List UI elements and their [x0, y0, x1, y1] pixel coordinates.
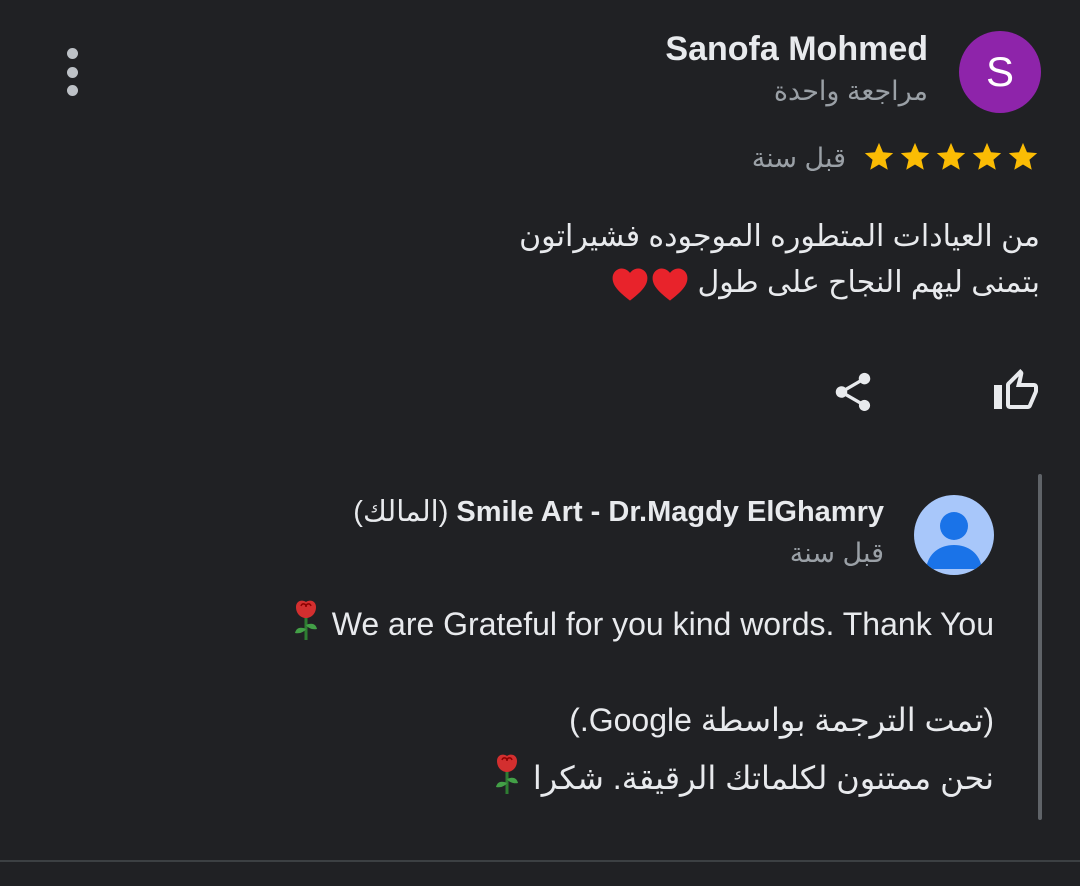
- default-person-icon: [926, 512, 982, 569]
- review-time: قبل سنة: [751, 143, 846, 173]
- translation-note: (تمت الترجمة بواسطة Google.): [569, 702, 994, 738]
- rose-icon: [495, 754, 518, 794]
- star-icon: [972, 142, 1002, 170]
- rose-emoji: [491, 753, 523, 803]
- owner-tag: (المالك): [353, 496, 449, 528]
- reply-time: قبل سنة: [789, 538, 884, 568]
- owner-business-name: Smile Art - Dr.Magdy ElGhamry: [456, 496, 884, 528]
- like-button[interactable]: [992, 367, 1040, 415]
- reviewer-name[interactable]: Sanofa Mohmed: [665, 30, 928, 69]
- star-icon: [900, 142, 930, 170]
- thumb-up-outline-icon: [994, 369, 1038, 409]
- star-rating: [862, 140, 1040, 174]
- review-text-line-2-text: بتمنى ليهم النجاح على طول: [697, 266, 1040, 299]
- share-icon: [835, 372, 871, 412]
- reply-text-en-text: We are Grateful for you kind words. Than…: [331, 605, 994, 642]
- heart-emojis: [611, 266, 689, 302]
- review-text-line-2: بتمنى ليهم النجاح على طول: [280, 260, 1040, 306]
- rose-emoji: [290, 599, 322, 649]
- owner-name: (المالك) Smile Art - Dr.Magdy ElGhamry: [353, 494, 884, 529]
- heart-icon: [613, 268, 648, 301]
- star-icon: [936, 142, 966, 170]
- reply-text-ar-text: نحن ممتنون لكلماتك الرقيقة. شكرا: [532, 760, 994, 796]
- review-text: من العيادات المتطوره الموجوده فشيراتون ب…: [280, 214, 1040, 306]
- reply-text-ar: نحن ممتنون لكلماتك الرقيقة. شكرا: [491, 753, 994, 803]
- reviewer-avatar-initial: S: [985, 48, 1014, 95]
- owner-avatar[interactable]: [914, 495, 994, 575]
- more-dot: [66, 85, 78, 96]
- more-dot: [66, 66, 78, 78]
- heart-icon: [653, 268, 688, 301]
- share-button[interactable]: [830, 369, 876, 415]
- bottom-divider: [0, 860, 1080, 862]
- star-icon: [864, 142, 894, 170]
- star-icon: [1008, 142, 1038, 170]
- review-page: S Sanofa Mohmed مراجعة واحدة قبل سنة من …: [0, 0, 1080, 886]
- more-dot: [66, 48, 78, 59]
- reply-indent-bar: [1038, 474, 1042, 820]
- reviewer-review-count: مراجعة واحدة: [773, 76, 928, 106]
- reviewer-avatar[interactable]: S: [959, 31, 1041, 113]
- rose-icon: [294, 600, 317, 640]
- reply-text-en: We are Grateful for you kind words. Than…: [290, 599, 994, 649]
- review-text-line-1: من العيادات المتطوره الموجوده فشيراتون: [519, 220, 1040, 253]
- more-options-button[interactable]: [58, 48, 86, 96]
